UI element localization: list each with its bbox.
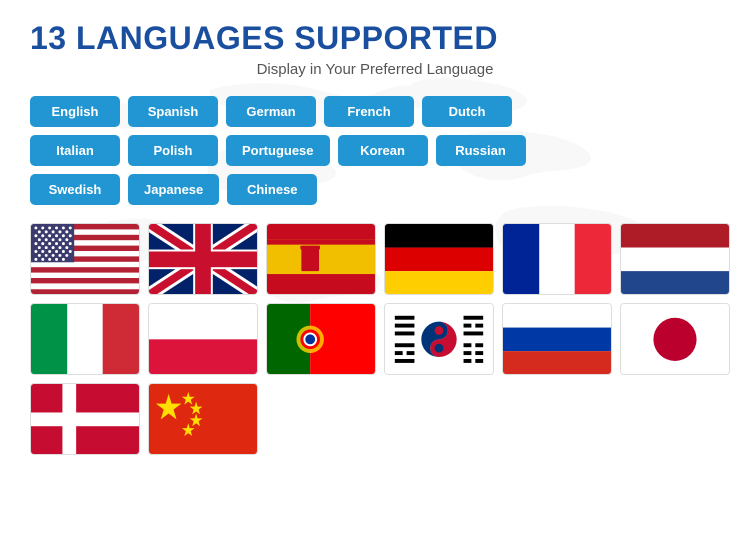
page-subtitle: Display in Your Preferred Language [30,61,720,78]
flag-russia [502,303,612,375]
flag-korea [384,303,494,375]
flags-row-3 [30,383,720,455]
flag-poland [148,303,258,375]
flag-germany [384,223,494,295]
flag-portugal [266,303,376,375]
flag-china [148,383,258,455]
flag-france [502,223,612,295]
flag-netherlands [620,223,730,295]
lang-polish: Polish [128,135,218,166]
lang-chinese: Chinese [227,174,317,205]
language-row-1: English Spanish German French Dutch [30,96,720,127]
lang-german: German [226,96,316,127]
lang-portuguese: Portuguese [226,135,330,166]
lang-swedish: Swedish [30,174,120,205]
flags-section [30,223,720,455]
lang-korean: Korean [338,135,428,166]
lang-french: French [324,96,414,127]
flag-usa [30,223,140,295]
lang-russian: Russian [436,135,526,166]
lang-dutch: Dutch [422,96,512,127]
lang-spanish: Spanish [128,96,218,127]
page-title: 13 LANGUAGES SUPPORTED [30,20,720,57]
flag-italy [30,303,140,375]
language-row-3: Swedish Japanese Chinese [30,174,720,205]
flag-japan [620,303,730,375]
flag-denmark [30,383,140,455]
lang-english: English [30,96,120,127]
lang-italian: Italian [30,135,120,166]
flags-row-1 [30,223,720,295]
flags-row-2 [30,303,720,375]
lang-japanese: Japanese [128,174,219,205]
language-row-2: Italian Polish Portuguese Korean Russian [30,135,720,166]
languages-grid: English Spanish German French Dutch Ital… [30,96,720,205]
flag-uk [148,223,258,295]
flag-spain [266,223,376,295]
